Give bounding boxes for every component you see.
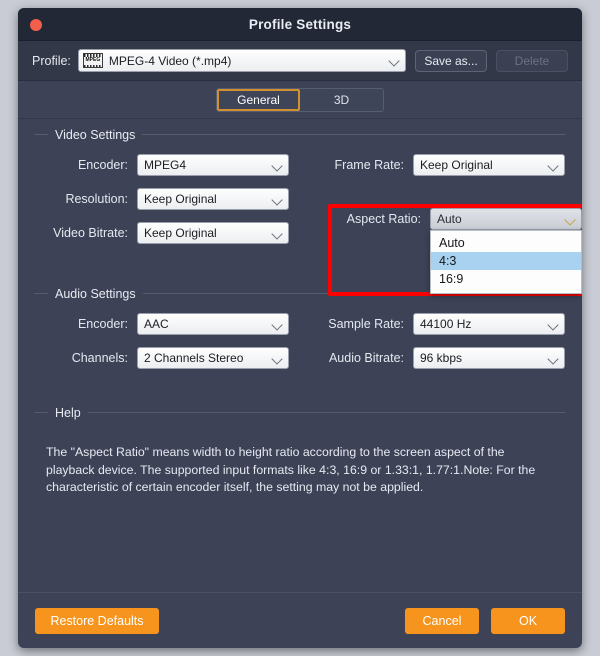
sample-rate-value: 44100 Hz [420, 317, 472, 331]
aspect-ratio-label: Aspect Ratio: [346, 212, 421, 226]
video-bitrate-select[interactable]: Keep Original [137, 222, 289, 244]
aspect-ratio-select[interactable]: Auto [430, 208, 582, 230]
frame-rate-value: Keep Original [420, 158, 493, 172]
aspect-option-auto[interactable]: Auto [431, 234, 581, 252]
title-bar: Profile Settings [18, 8, 582, 41]
field-frame-rate: Frame Rate: Keep Original [316, 154, 565, 176]
resolution-value: Keep Original [144, 192, 217, 206]
tab-group: General 3D [216, 87, 384, 112]
resolution-select[interactable]: Keep Original [137, 188, 289, 210]
footer-bar: Restore Defaults Cancel OK [18, 592, 582, 648]
audio-encoder-select[interactable]: AAC [137, 313, 289, 335]
audio-settings-grid: Encoder: AAC Channels: 2 Channels Stereo… [34, 307, 566, 373]
video-encoder-value: MPEG4 [144, 158, 187, 172]
profile-settings-window: Profile Settings Profile: MPEG MPEG-4 Vi… [18, 8, 582, 648]
aspect-option-4-3[interactable]: 4:3 [431, 252, 581, 270]
frame-rate-select[interactable]: Keep Original [413, 154, 565, 176]
field-video-bitrate: Video Bitrate: Keep Original [34, 222, 316, 244]
resolution-label: Resolution: [65, 192, 128, 206]
field-sample-rate: Sample Rate: 44100 Hz [316, 313, 565, 335]
profile-value: MPEG-4 Video (*.mp4) [108, 53, 232, 68]
profile-label: Profile: [32, 53, 71, 68]
audio-encoder-label: Encoder: [77, 317, 128, 331]
help-group: Help The "Aspect Ratio" means width to h… [34, 403, 566, 497]
help-body-text: The "Aspect Ratio" means width to height… [46, 445, 536, 494]
audio-bitrate-select[interactable]: 96 kbps [413, 347, 565, 369]
window-title: Profile Settings [248, 17, 352, 32]
audio-right-column: Sample Rate: 44100 Hz Audio Bitrate: 96 … [316, 313, 565, 369]
delete-button[interactable]: Delete [496, 49, 568, 72]
audio-settings-group: Audio Settings Encoder: AAC Channels: 2 … [34, 284, 566, 373]
audio-left-column: Encoder: AAC Channels: 2 Channels Stereo [34, 313, 316, 369]
field-audio-bitrate: Audio Bitrate: 96 kbps [316, 347, 565, 369]
aspect-ratio-value: Auto [437, 212, 462, 226]
aspect-ratio-dropdown-list[interactable]: Auto 4:3 16:9 [430, 230, 582, 294]
tab-general[interactable]: General [217, 88, 300, 111]
sample-rate-label: Sample Rate: [328, 317, 404, 331]
audio-settings-title: Audio Settings [48, 287, 143, 301]
close-icon[interactable] [30, 19, 42, 31]
tab-bar: General 3D [18, 81, 582, 119]
video-encoder-label: Encoder: [77, 158, 128, 172]
group-divider [34, 412, 566, 413]
tab-3d[interactable]: 3D [300, 88, 383, 111]
frame-rate-label: Frame Rate: [334, 158, 404, 172]
field-channels: Channels: 2 Channels Stereo [34, 347, 316, 369]
sample-rate-select[interactable]: 44100 Hz [413, 313, 565, 335]
mpeg-file-icon: MPEG [82, 53, 103, 68]
video-bitrate-value: Keep Original [144, 226, 217, 240]
audio-bitrate-value: 96 kbps [420, 351, 463, 365]
profile-select[interactable]: MPEG MPEG-4 Video (*.mp4) [77, 49, 406, 72]
field-audio-encoder: Encoder: AAC [34, 313, 316, 335]
mpeg-icon-text: MPEG [85, 57, 101, 63]
cancel-button[interactable]: Cancel [405, 607, 479, 634]
channels-label: Channels: [71, 351, 128, 365]
video-settings-title: Video Settings [48, 128, 143, 142]
field-aspect-ratio: Aspect Ratio: Auto [333, 208, 582, 230]
video-bitrate-label: Video Bitrate: [53, 226, 128, 240]
channels-select[interactable]: 2 Channels Stereo [137, 347, 289, 369]
channels-value: 2 Channels Stereo [144, 351, 244, 365]
ok-button[interactable]: OK [491, 607, 565, 634]
help-title: Help [48, 406, 88, 420]
field-resolution: Resolution: Keep Original [34, 188, 316, 210]
audio-bitrate-label: Audio Bitrate: [328, 351, 404, 365]
field-video-encoder: Encoder: MPEG4 [34, 154, 316, 176]
profile-row: Profile: MPEG MPEG-4 Video (*.mp4) Save … [18, 41, 582, 81]
video-encoder-select[interactable]: MPEG4 [137, 154, 289, 176]
video-left-column: Encoder: MPEG4 Resolution: Keep Original… [34, 154, 316, 244]
restore-defaults-button[interactable]: Restore Defaults [35, 607, 159, 634]
save-as-button[interactable]: Save as... [415, 49, 487, 72]
aspect-option-16-9[interactable]: 16:9 [431, 270, 581, 288]
audio-encoder-value: AAC [144, 317, 169, 331]
